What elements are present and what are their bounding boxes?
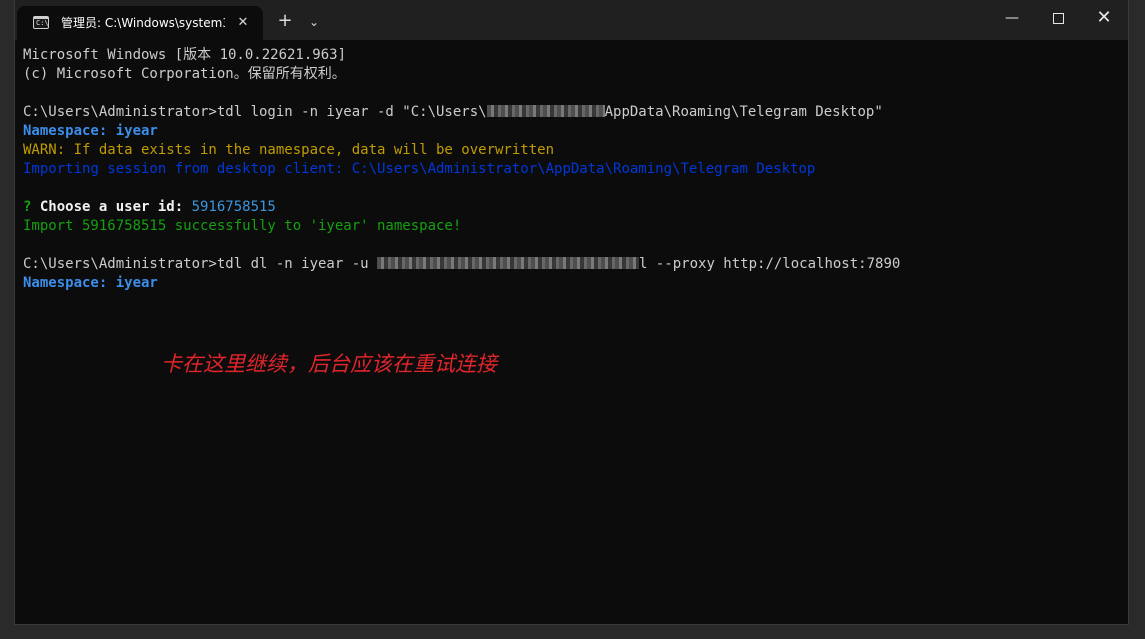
title-bar: C:\ 管理员: C:\Windows\system32\cmd.exe ✕ +… [15,0,1128,40]
console-line: C:\Users\Administrator>tdl login -n iyea… [23,103,1118,122]
maximize-icon [1053,13,1064,24]
download-command-suffix: l --proxy http://localhost:7890 [639,256,901,272]
os-version-text: Microsoft Windows [版本 10.0.22621.963] [23,47,347,63]
selected-user-id: 5916758515 [191,199,276,215]
namespace-label: Namespace: iyear [23,123,158,139]
copyright-text: (c) Microsoft Corporation。保留所有权利。 [23,66,346,82]
console-line-empty [23,179,1118,198]
console-line: ? Choose a user id: 5916758515 [23,198,1118,217]
new-tab-button[interactable]: + [274,11,296,33]
console-line: (c) Microsoft Corporation。保留所有权利。 [23,65,1118,84]
terminal-window: C:\ 管理员: C:\Windows\system32\cmd.exe ✕ +… [15,0,1128,624]
tab-cmd[interactable]: C:\ 管理员: C:\Windows\system32\cmd.exe ✕ [17,6,263,40]
cmd-icon: C:\ [33,16,49,29]
login-command-suffix: AppData\Roaming\Telegram Desktop" [604,104,883,120]
redacted-text [486,105,605,117]
maximize-button[interactable] [1035,0,1081,36]
cmd-icon-text: C:\ [36,19,49,27]
console-line: Namespace: iyear [23,122,1118,141]
minimize-button[interactable]: — [989,0,1035,36]
console-line-empty [23,84,1118,103]
tab-title: 管理员: C:\Windows\system32\cmd.exe [61,16,225,30]
prompt-mark: ? [23,199,40,215]
redacted-text [377,257,640,269]
login-command-prefix: C:\Users\Administrator>tdl login -n iyea… [23,104,487,120]
console-line: C:\Users\Administrator>tdl dl -n iyear -… [23,255,1118,274]
console-line: WARN: If data exists in the namespace, d… [23,141,1118,160]
chevron-down-icon[interactable]: ⌄ [304,11,324,33]
red-annotation-text: 卡在这里继续，后台应该在重试连接 [161,352,497,376]
console-output[interactable]: Microsoft Windows [版本 10.0.22621.963] (c… [23,46,1118,616]
console-line-empty [23,236,1118,255]
namespace-label: Namespace: iyear [23,275,158,291]
console-line: Importing session from desktop client: C… [23,160,1118,179]
console-line: Import 5916758515 successfully to 'iyear… [23,217,1118,236]
warn-message: WARN: If data exists in the namespace, d… [23,142,555,158]
download-command-prefix: C:\Users\Administrator>tdl dl -n iyear -… [23,256,378,272]
console-line: Microsoft Windows [版本 10.0.22621.963] [23,46,1118,65]
importing-message: Importing session from desktop client: C… [23,161,816,177]
tab-close-icon[interactable]: ✕ [233,14,253,32]
import-success-message: Import 5916758515 successfully to 'iyear… [23,218,462,234]
close-button[interactable]: ✕ [1081,0,1127,36]
choose-user-prompt: Choose a user id: [39,199,192,215]
console-line: Namespace: iyear [23,274,1118,293]
